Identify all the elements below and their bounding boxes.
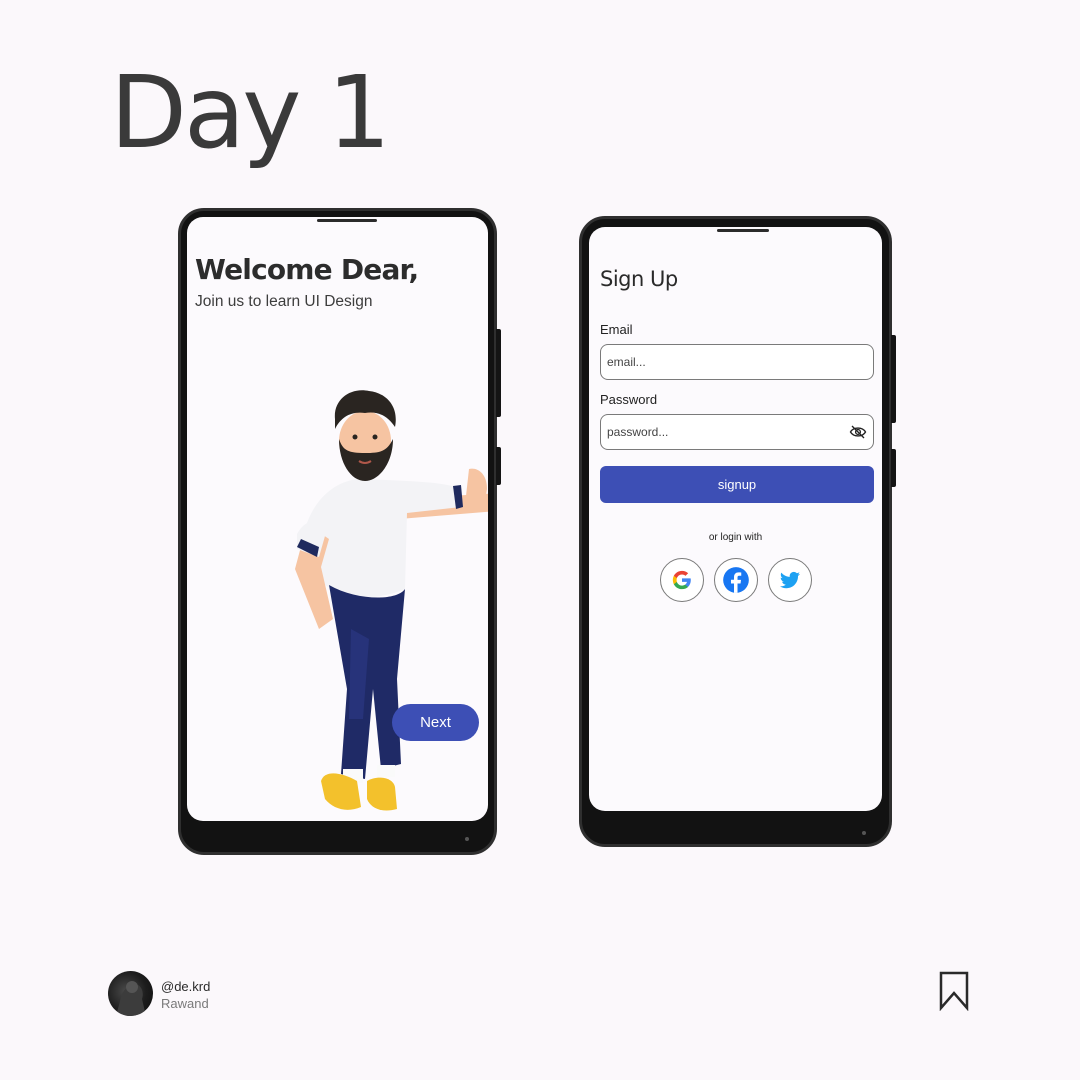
bookmark-icon[interactable] — [938, 971, 970, 1011]
phone-sensor — [862, 831, 866, 835]
phone-side-button — [496, 329, 501, 417]
next-button[interactable]: Next — [392, 704, 479, 741]
welcome-title: Welcome Dear, — [195, 253, 419, 286]
signup-title: Sign Up — [600, 267, 678, 291]
signup-screen: Sign Up Email Password signup or login w… — [589, 227, 882, 811]
email-label: Email — [600, 322, 633, 337]
or-login-text: or login with — [708, 532, 763, 543]
phone-side-button — [891, 449, 896, 487]
avatar — [108, 971, 153, 1016]
phone-notch — [717, 229, 769, 232]
email-input[interactable] — [607, 345, 839, 379]
welcome-subtitle: Join us to learn UI Design — [195, 293, 373, 310]
page-title: Day 1 — [110, 54, 391, 171]
welcome-phone-mockup: Welcome Dear, Join us to learn UI Design — [178, 208, 501, 855]
phone-sensor — [465, 837, 469, 841]
author-name: Rawand — [161, 996, 209, 1011]
phone-side-button — [496, 447, 501, 485]
phone-side-button — [891, 335, 896, 423]
avatar-photo — [116, 981, 146, 1016]
signup-phone-mockup: Sign Up Email Password signup or login w… — [579, 216, 896, 847]
password-label: Password — [600, 392, 658, 407]
phone-notch — [317, 219, 377, 222]
google-login-button[interactable] — [660, 558, 704, 602]
facebook-login-button[interactable] — [714, 558, 758, 602]
author-handle[interactable]: @de.krd — [161, 979, 210, 994]
character-illustration — [295, 390, 488, 811]
password-field[interactable] — [600, 414, 874, 450]
welcome-screen: Welcome Dear, Join us to learn UI Design — [187, 217, 488, 821]
twitter-login-button[interactable] — [768, 558, 812, 602]
eye-off-icon[interactable] — [849, 424, 867, 440]
facebook-icon — [723, 567, 749, 593]
signup-button[interactable]: signup — [600, 466, 874, 503]
twitter-icon — [780, 571, 800, 589]
email-field[interactable] — [600, 344, 874, 380]
password-input[interactable] — [607, 415, 839, 449]
google-icon — [672, 570, 691, 590]
